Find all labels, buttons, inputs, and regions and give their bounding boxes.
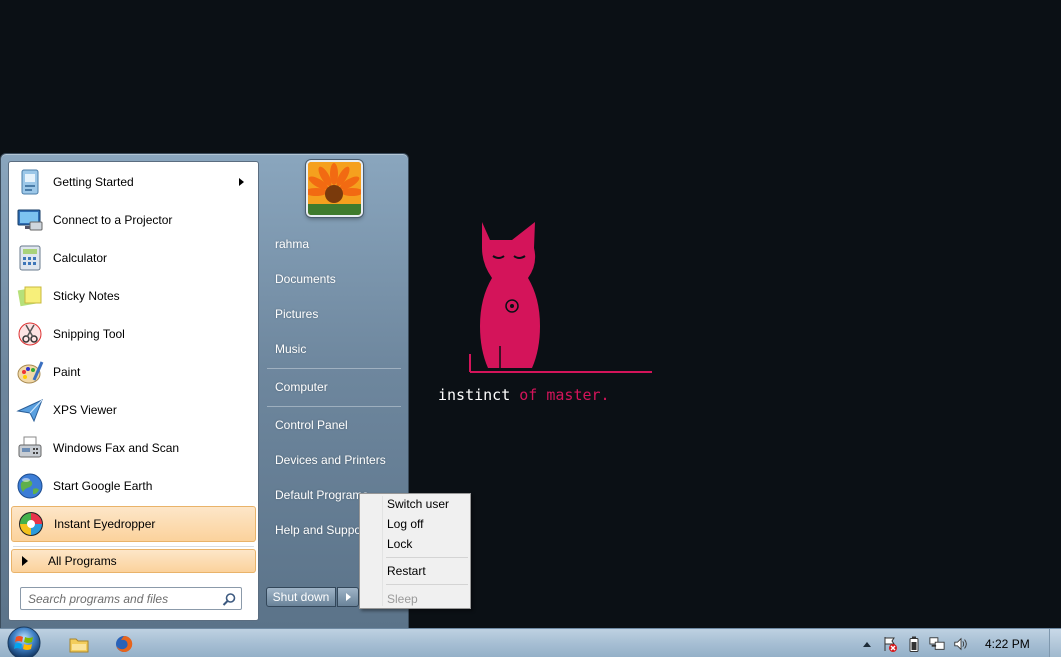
- program-google-earth[interactable]: Start Google Earth: [11, 468, 256, 504]
- program-sticky-notes[interactable]: Sticky Notes: [11, 278, 256, 314]
- program-snipping-tool[interactable]: Snipping Tool: [11, 316, 256, 352]
- getting-started-icon: [15, 167, 45, 197]
- menu-item-switch-user[interactable]: Switch user: [362, 494, 468, 514]
- sticky-notes-icon: [15, 281, 45, 311]
- start-right-computer[interactable]: Computer: [267, 372, 405, 402]
- program-instant-eyedropper[interactable]: Instant Eyedropper: [11, 506, 256, 542]
- eyedropper-icon: [16, 509, 46, 539]
- start-right-pictures[interactable]: Pictures: [267, 299, 405, 329]
- menu-separator: [386, 584, 468, 585]
- all-programs-button[interactable]: All Programs: [11, 549, 256, 573]
- programs-separator: [13, 546, 254, 547]
- shutdown-button[interactable]: Shut down: [266, 587, 336, 607]
- search-input[interactable]: [21, 588, 241, 609]
- taskbar-firefox-button[interactable]: [101, 631, 147, 657]
- right-pane-separator: [267, 368, 401, 369]
- taskbar: 4:22 PM: [0, 625, 1061, 657]
- flower-icon: [308, 162, 361, 215]
- search-icon[interactable]: [222, 592, 237, 607]
- program-paint[interactable]: Paint: [11, 354, 256, 390]
- all-programs-label: All Programs: [48, 554, 117, 568]
- projector-icon: [15, 205, 45, 235]
- menu-item-log-off[interactable]: Log off: [362, 514, 468, 534]
- snipping-tool-icon: [15, 319, 45, 349]
- show-hidden-icons[interactable]: [859, 636, 875, 652]
- windows-logo-icon: [7, 626, 41, 657]
- menu-item-sleep: Sleep: [387, 592, 418, 606]
- program-getting-started[interactable]: Getting Started: [11, 164, 256, 200]
- start-button[interactable]: [4, 625, 44, 657]
- start-menu: Getting Started Connect to a Projector C…: [0, 153, 409, 628]
- shutdown-options-button[interactable]: [337, 587, 359, 607]
- taskbar-explorer-button[interactable]: [56, 631, 102, 657]
- fax-scan-icon: [15, 433, 45, 463]
- program-fax-scan[interactable]: Windows Fax and Scan: [11, 430, 256, 466]
- start-right-control-panel[interactable]: Control Panel: [267, 410, 405, 440]
- network-icon[interactable]: [929, 636, 945, 652]
- start-right-devices-printers[interactable]: Devices and Printers: [267, 445, 405, 475]
- action-center-icon[interactable]: [882, 636, 898, 652]
- show-desktop-button[interactable]: [1049, 629, 1061, 657]
- menu-item-restart[interactable]: Restart: [362, 561, 468, 581]
- wallpaper-tagline: instinct of master.: [438, 386, 610, 404]
- start-right-documents[interactable]: Documents: [267, 264, 405, 294]
- wallpaper-art: instinct of master.: [438, 218, 668, 408]
- search-box: [20, 587, 242, 610]
- paint-icon: [15, 357, 45, 387]
- user-avatar[interactable]: [306, 160, 363, 217]
- cat-silhouette-icon: [469, 222, 652, 373]
- start-right-user[interactable]: rahma: [267, 229, 405, 259]
- all-programs-arrow-icon: [22, 556, 28, 566]
- calculator-icon: [15, 243, 45, 273]
- right-pane-separator: [267, 406, 401, 407]
- program-connect-projector[interactable]: Connect to a Projector: [11, 202, 256, 238]
- volume-icon[interactable]: [953, 636, 969, 652]
- submenu-arrow-icon: [239, 178, 244, 186]
- xps-viewer-icon: [15, 395, 45, 425]
- program-xps-viewer[interactable]: XPS Viewer: [11, 392, 256, 428]
- menu-item-lock[interactable]: Lock: [362, 534, 468, 554]
- start-right-music[interactable]: Music: [267, 334, 405, 364]
- windows-explorer-icon: [69, 638, 89, 653]
- taskbar-clock[interactable]: 4:22 PM: [985, 637, 1030, 651]
- google-earth-icon: [15, 471, 45, 501]
- power-options-menu: Switch user Log off Lock Restart Sleep: [359, 493, 471, 609]
- program-calculator[interactable]: Calculator: [11, 240, 256, 276]
- chevron-right-icon: [346, 593, 351, 601]
- firefox-icon: [116, 635, 133, 652]
- menu-separator: [386, 557, 468, 558]
- battery-icon[interactable]: [906, 636, 922, 652]
- start-menu-programs-pane: Getting Started Connect to a Projector C…: [8, 161, 259, 621]
